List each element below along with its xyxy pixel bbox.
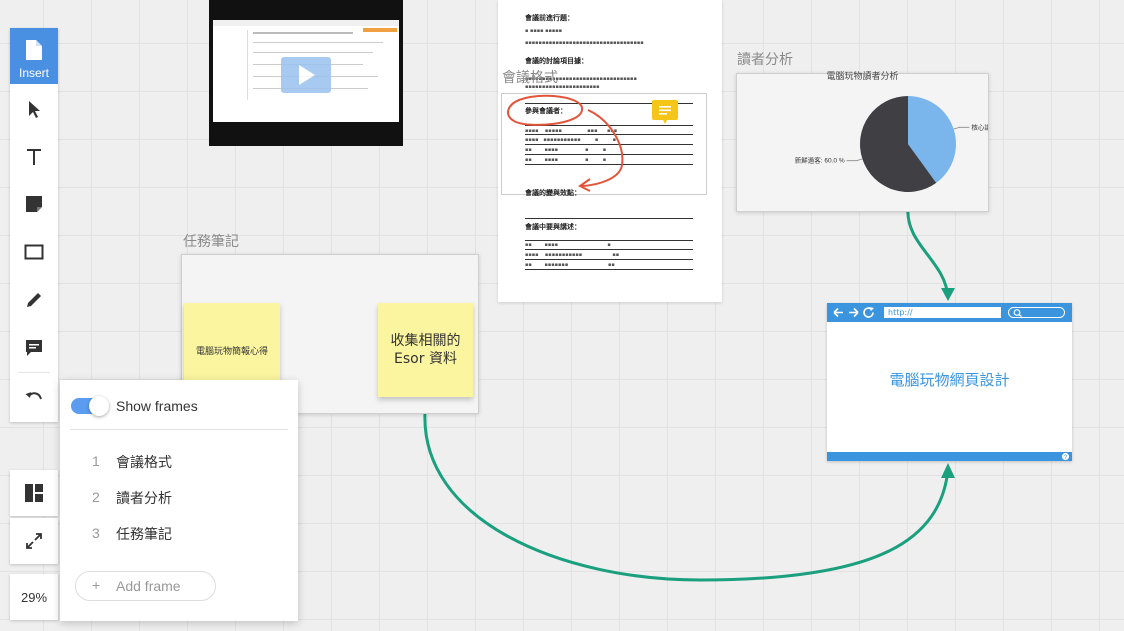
pie-label-leader: [953, 126, 970, 130]
arrowhead-icon: [941, 463, 955, 478]
browser-page-title: 電腦玩物網頁設計: [889, 371, 1010, 389]
doc-heading: 會議前進行題：: [525, 14, 574, 22]
frame-list-item[interactable]: 2 讀者分析: [60, 483, 298, 511]
fullscreen-button[interactable]: [10, 518, 58, 564]
sticky-note-tool[interactable]: [10, 181, 58, 227]
frame-number: 1: [92, 453, 100, 469]
frames-grid-icon: [25, 484, 43, 502]
frame-name: 會議格式: [116, 454, 172, 470]
search-icon: [1013, 309, 1022, 317]
pie-slice-label: 核心讀者: 40.0 %: [971, 122, 988, 131]
left-toolbar: Insert: [10, 28, 58, 422]
pie-chart: 核心讀者: 40.0 % 新鮮過客: 60.0 %: [795, 96, 988, 192]
annotation-drawing[interactable]: [500, 90, 640, 200]
frames-panel: Show frames 1 會議格式 2 讀者分析 3 任務筆記 + Add frame: [60, 380, 298, 621]
select-tool[interactable]: [10, 86, 58, 132]
text-tool[interactable]: [10, 134, 58, 180]
insert-label: Insert: [18, 66, 49, 80]
browser-bar: http://: [827, 303, 1072, 322]
comment-icon: [26, 340, 42, 356]
frame-label-task[interactable]: 任務筆記: [183, 231, 239, 251]
browser-nav-icons: [833, 307, 874, 318]
frame-label-reader[interactable]: 讀者分析: [737, 49, 793, 69]
frame-list-item[interactable]: 3 任務筆記: [60, 519, 298, 547]
comment-marker[interactable]: [652, 100, 678, 124]
browser-url-field[interactable]: http://: [884, 307, 1001, 318]
browser-footer: ?: [827, 452, 1072, 461]
frame-number: 2: [92, 489, 100, 505]
connector-chart-to-browser[interactable]: [906, 206, 950, 298]
comment-tool[interactable]: [10, 325, 58, 371]
arrowhead-icon: [941, 288, 955, 301]
sticky-note-icon: [26, 196, 42, 212]
insert-button[interactable]: Insert: [10, 28, 58, 84]
pie-slice-label: 新鮮過客: 60.0 %: [795, 156, 845, 165]
browser-mockup[interactable]: http:// 電腦玩物網頁設計 ?: [827, 303, 1072, 461]
undo-tool[interactable]: [10, 374, 58, 420]
frame-list-item[interactable]: 1 會議格式: [60, 447, 298, 475]
plus-icon: +: [92, 577, 101, 593]
comment-icon: [659, 106, 671, 124]
reader-chart-frame[interactable]: 電腦玩物讀者分析 核心讀者: 40.0 %新鮮過客: 60.0 %: [736, 72, 989, 212]
show-frames-label: Show frames: [116, 398, 198, 414]
doc-heading: 會議的討論項目據：: [525, 57, 588, 65]
frame-name: 任務筆記: [116, 526, 172, 542]
doc-heading: 會議中要與講述：: [525, 223, 581, 231]
play-button[interactable]: [281, 57, 331, 93]
frame-name: 讀者分析: [116, 490, 172, 506]
help-icon: ?: [1061, 452, 1070, 461]
shape-tool[interactable]: [10, 229, 58, 275]
browser-search-field[interactable]: [1008, 307, 1065, 318]
cursor-arrow-icon: [29, 101, 40, 118]
pen-tool[interactable]: [10, 277, 58, 323]
frame-number: 3: [92, 525, 100, 541]
pen-icon: [27, 293, 41, 307]
rectangle-icon: [24, 244, 44, 260]
expand-arrows-icon: [26, 533, 42, 549]
text-t-icon: [27, 149, 41, 165]
document-icon: [26, 40, 42, 60]
add-frame-button[interactable]: + Add frame: [75, 571, 216, 601]
sticky-note-right[interactable]: 收集相關的 Esor 資料: [378, 303, 473, 397]
show-frames-toggle[interactable]: [71, 396, 109, 416]
play-icon: [299, 65, 315, 85]
frame-label-meeting[interactable]: 會議格式: [502, 67, 558, 87]
pie-label-leader: [846, 158, 863, 162]
frames-toggle-button[interactable]: [10, 470, 58, 516]
add-frame-label: Add frame: [116, 578, 181, 594]
undo-icon: [25, 392, 42, 400]
zoom-level[interactable]: 29%: [10, 574, 58, 620]
